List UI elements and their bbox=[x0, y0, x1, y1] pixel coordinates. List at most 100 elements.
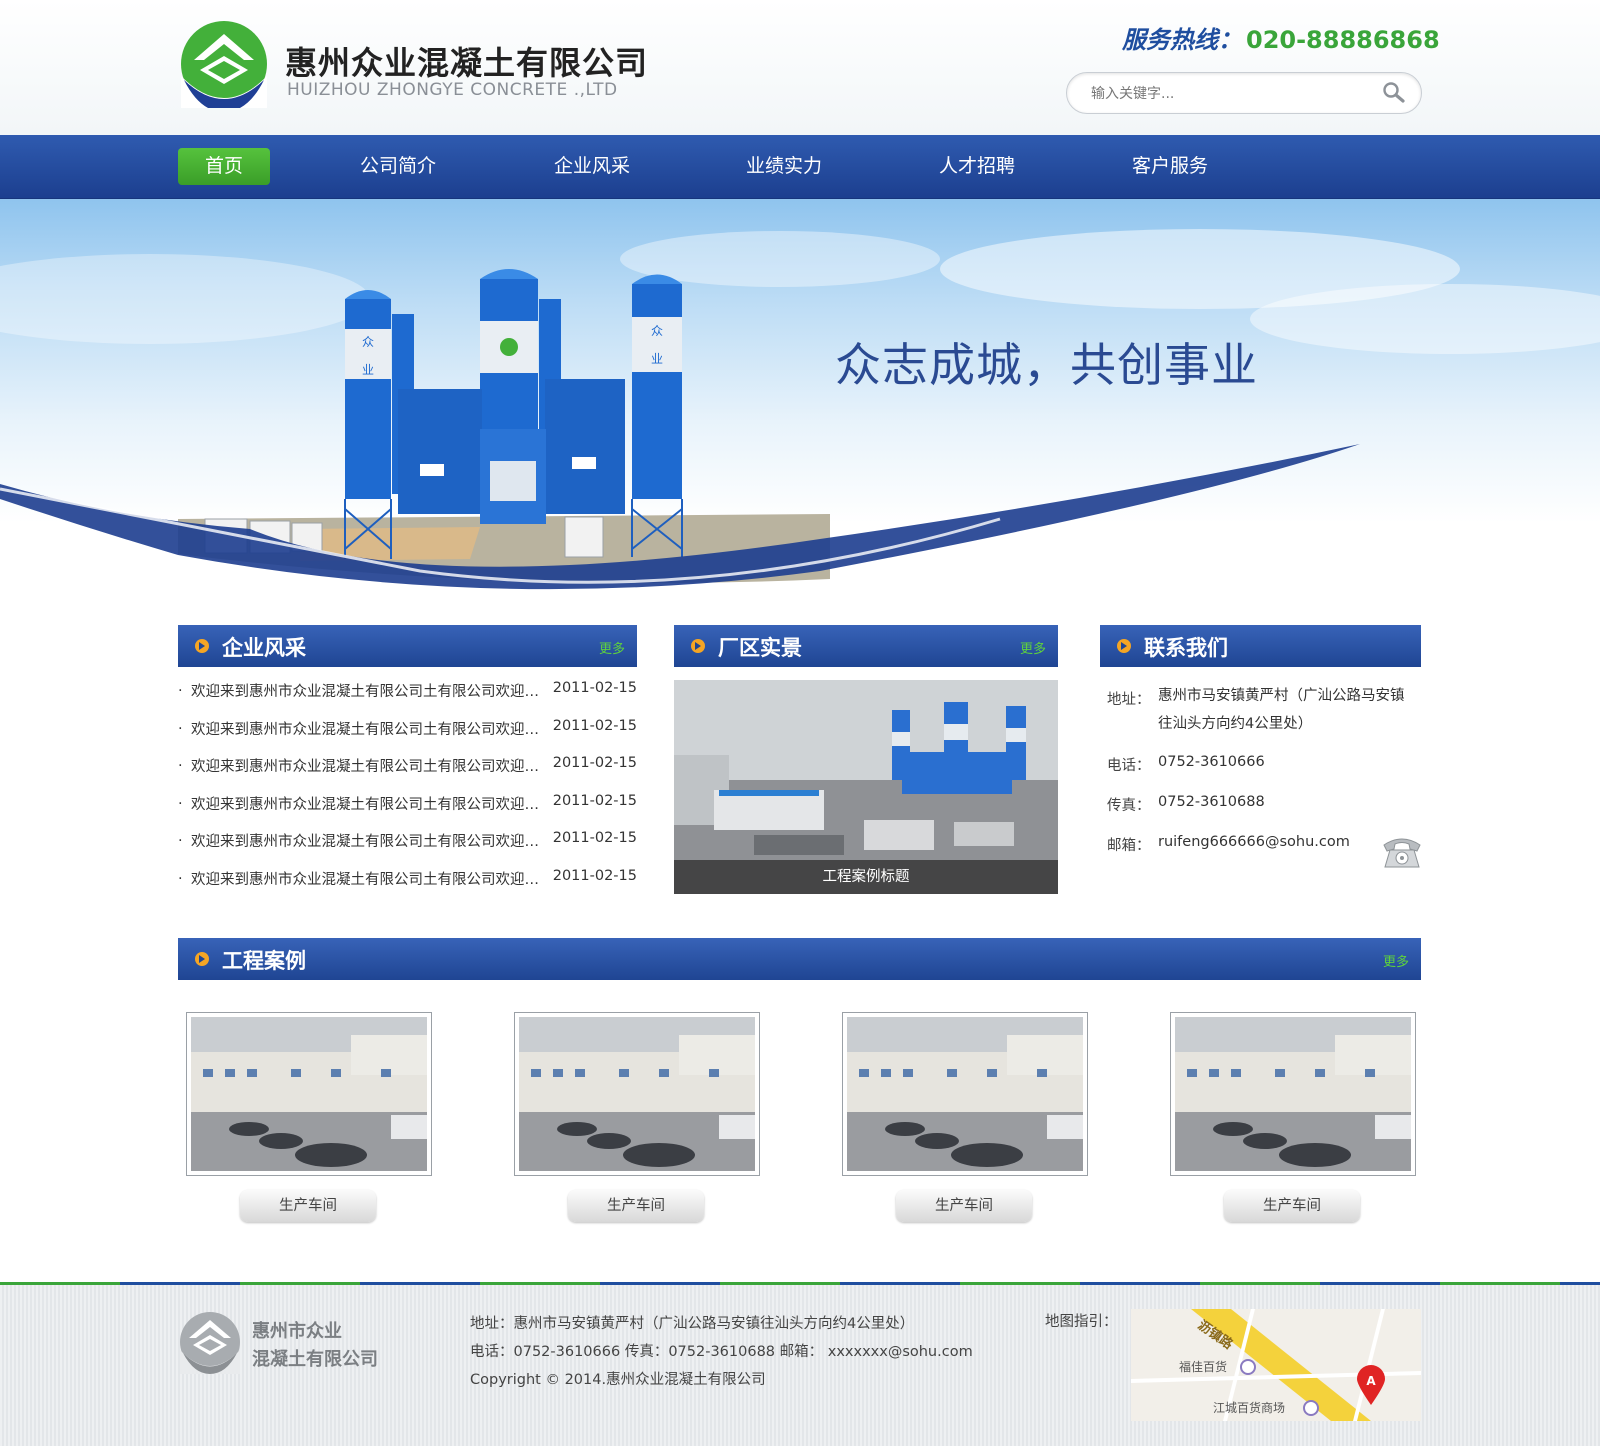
case-photo-3[interactable] bbox=[842, 1012, 1088, 1176]
news-list: · 欢迎来到惠州市众业混凝土有限公司土有限公司欢迎来到惠州市众业混凝土有限公司 20… bbox=[178, 680, 637, 906]
footer-logo-icon bbox=[180, 1312, 240, 1374]
fax-label: 传真： bbox=[1107, 798, 1151, 814]
nav-item-careers[interactable]: 人才招聘 bbox=[927, 148, 1027, 185]
news-item-1[interactable]: · 欢迎来到惠州市众业混凝土有限公司土有限公司欢迎来到惠州市众业混凝土有限公司 20… bbox=[178, 680, 637, 718]
address-value: 惠州市马安镇黄严村（广汕公路马安镇往汕头方向约4公里处） bbox=[1158, 688, 1405, 732]
section-bullet-icon bbox=[195, 639, 209, 653]
news-item-3[interactable]: · 欢迎来到惠州市众业混凝土有限公司土有限公司欢迎来到惠州市众业混凝土有限公司 20… bbox=[178, 755, 637, 793]
news-title[interactable]: 欢迎来到惠州市众业混凝土有限公司土有限公司欢迎来到惠州市众业混凝土有限公司 bbox=[191, 755, 539, 776]
section-header-cases: 工程案例 更多 bbox=[178, 938, 1421, 980]
section-bullet-icon bbox=[691, 639, 705, 653]
section-bullet-icon bbox=[1117, 639, 1131, 653]
footer-top-stripe bbox=[0, 1282, 1600, 1285]
service-hotline: 服务热线： 020-88886868 bbox=[1122, 20, 1440, 55]
footer-name-line1: 惠州市众业 bbox=[252, 1321, 342, 1342]
company-name-cn: 惠州众业混凝土有限公司 bbox=[285, 44, 649, 82]
news-date: 2011-02-15 bbox=[552, 792, 637, 809]
nav-item-style[interactable]: 企业风采 bbox=[542, 148, 642, 185]
silo-label-1: 众 bbox=[362, 335, 374, 349]
bullet-dot-icon: · bbox=[178, 833, 183, 850]
case-building-image bbox=[191, 1017, 427, 1171]
news-date: 2011-02-15 bbox=[552, 717, 637, 734]
footer-copyright: Copyright © 2014.惠州众业混凝土有限公司 bbox=[470, 1372, 766, 1388]
map-label: 地图指引： bbox=[1045, 1314, 1118, 1330]
footer-contact: 电话：0752-3610666 传真：0752-3610688 邮箱： xxxx… bbox=[470, 1344, 973, 1360]
factory-photo[interactable]: 工程案例标题 bbox=[674, 680, 1058, 894]
banner-plant-illustration: 众 业 众 业 bbox=[0, 229, 1600, 590]
search-box bbox=[1066, 72, 1422, 114]
email-label: 邮箱： bbox=[1107, 838, 1151, 854]
factory-caption[interactable]: 工程案例标题 bbox=[674, 860, 1058, 894]
news-title[interactable]: 欢迎来到惠州市众业混凝土有限公司土有限公司欢迎来到惠州市众业混凝土有限公司 bbox=[191, 793, 539, 814]
nav-item-home[interactable]: 首页 bbox=[178, 148, 270, 185]
news-date: 2011-02-15 bbox=[552, 680, 637, 696]
footer-name-line2: 混凝土有限公司 bbox=[252, 1349, 378, 1370]
search-input[interactable] bbox=[1089, 81, 1353, 107]
news-date: 2011-02-15 bbox=[552, 830, 637, 847]
hotline-number: 020-88886868 bbox=[1246, 26, 1440, 54]
section-header-contact: 联系我们 bbox=[1100, 625, 1421, 667]
section-title-news: 企业风采 bbox=[222, 636, 306, 660]
case-label-button-1[interactable]: 生产车间 bbox=[240, 1190, 376, 1222]
footer-address: 地址：惠州市马安镇黄严村（广汕公路马安镇往汕头方向约4公里处） bbox=[470, 1316, 915, 1332]
case-label-button-2[interactable]: 生产车间 bbox=[568, 1190, 704, 1222]
hero-banner: 众 业 众 业 众志成城，共创事业 bbox=[0, 199, 1600, 604]
case-building-image bbox=[847, 1017, 1083, 1171]
search-icon[interactable] bbox=[1381, 80, 1407, 106]
case-label-button-4[interactable]: 生产车间 bbox=[1224, 1190, 1360, 1222]
banner-slogan: 众志成城，共创事业 bbox=[835, 338, 1258, 392]
nav-item-performance[interactable]: 业绩实力 bbox=[734, 148, 834, 185]
news-title[interactable]: 欢迎来到惠州市众业混凝土有限公司土有限公司欢迎来到惠州市众业混凝土有限公司 bbox=[191, 718, 539, 739]
news-item-5[interactable]: · 欢迎来到惠州市众业混凝土有限公司土有限公司欢迎来到惠州市众业混凝土有限公司 20… bbox=[178, 830, 637, 868]
news-date: 2011-02-15 bbox=[552, 755, 637, 772]
tel-value: 0752-3610666 bbox=[1158, 754, 1265, 770]
section-header-news: 企业风采 更多 bbox=[178, 625, 637, 667]
tel-label: 电话： bbox=[1107, 758, 1151, 774]
silo-label-4: 业 bbox=[651, 352, 663, 366]
silo-label-3: 众 bbox=[651, 324, 663, 338]
section-bullet-icon bbox=[195, 952, 209, 966]
news-more-link[interactable]: 更多 bbox=[599, 638, 625, 657]
news-item-2[interactable]: · 欢迎来到惠州市众业混凝土有限公司土有限公司欢迎来到惠州市众业混凝土有限公司 20… bbox=[178, 718, 637, 756]
bullet-dot-icon: · bbox=[178, 720, 183, 737]
address-label: 地址： bbox=[1107, 692, 1151, 708]
main-nav: 首页 公司简介 企业风采 业绩实力 人才招聘 客户服务 bbox=[0, 135, 1600, 199]
case-label-button-3[interactable]: 生产车间 bbox=[896, 1190, 1032, 1222]
email-value[interactable]: ruifeng666666@sohu.com bbox=[1158, 834, 1350, 850]
location-map[interactable]: 沥镇路 福佳百货 江城百货商场 A bbox=[1131, 1309, 1421, 1421]
news-item-6[interactable]: · 欢迎来到惠州市众业混凝土有限公司土有限公司欢迎来到惠州市众业混凝土有限公司 20… bbox=[178, 868, 637, 906]
factory-more-link[interactable]: 更多 bbox=[1020, 638, 1046, 657]
news-date: 2011-02-15 bbox=[552, 867, 637, 884]
cases-more-link[interactable]: 更多 bbox=[1383, 951, 1409, 970]
case-building-image bbox=[1175, 1017, 1411, 1171]
nav-item-about[interactable]: 公司简介 bbox=[348, 148, 448, 185]
news-title[interactable]: 欢迎来到惠州市众业混凝土有限公司土有限公司欢迎来到惠州市众业混凝土有限公司 bbox=[191, 830, 539, 851]
map-marker-label: A bbox=[1366, 1374, 1376, 1388]
section-title-factory: 厂区实景 bbox=[718, 636, 802, 660]
bullet-dot-icon: · bbox=[178, 870, 183, 887]
site-header: 惠州众业混凝土有限公司 HUIZHOU ZHONGYE CONCRETE .,L… bbox=[0, 0, 1600, 135]
section-header-factory: 厂区实景 更多 bbox=[674, 625, 1058, 667]
nav-item-service[interactable]: 客户服务 bbox=[1120, 148, 1220, 185]
section-title-cases: 工程案例 bbox=[222, 949, 306, 973]
case-photo-1[interactable] bbox=[186, 1012, 432, 1176]
case-photo-2[interactable] bbox=[514, 1012, 760, 1176]
bullet-dot-icon: · bbox=[178, 795, 183, 812]
bullet-dot-icon: · bbox=[178, 758, 183, 775]
hotline-label: 服务热线： bbox=[1122, 26, 1242, 54]
fax-value: 0752-3610688 bbox=[1158, 794, 1265, 810]
map-image: 沥镇路 福佳百货 江城百货商场 A bbox=[1131, 1309, 1421, 1421]
silo-label-2: 业 bbox=[362, 363, 374, 377]
case-photo-4[interactable] bbox=[1170, 1012, 1416, 1176]
case-building-image bbox=[519, 1017, 755, 1171]
news-title[interactable]: 欢迎来到惠州市众业混凝土有限公司土有限公司欢迎来到惠州市众业混凝土有限公司 bbox=[191, 680, 539, 701]
section-title-contact: 联系我们 bbox=[1144, 636, 1228, 660]
company-name-en: HUIZHOU ZHONGYE CONCRETE .,LTD bbox=[287, 80, 618, 100]
footer-company-name: 惠州市众业 混凝土有限公司 bbox=[252, 1318, 378, 1374]
news-item-4[interactable]: · 欢迎来到惠州市众业混凝土有限公司土有限公司欢迎来到惠州市众业混凝土有限公司 20… bbox=[178, 793, 637, 831]
map-place-1: 福佳百货 bbox=[1179, 1359, 1227, 1374]
telephone-icon bbox=[1383, 838, 1421, 868]
footer-info: 地址：惠州市马安镇黄严村（广汕公路马安镇往汕头方向约4公里处） 电话：0752-… bbox=[470, 1310, 973, 1394]
news-title[interactable]: 欢迎来到惠州市众业混凝土有限公司土有限公司欢迎来到惠州市众业混凝土有限公司 bbox=[191, 868, 539, 889]
company-logo-icon[interactable] bbox=[178, 20, 270, 108]
